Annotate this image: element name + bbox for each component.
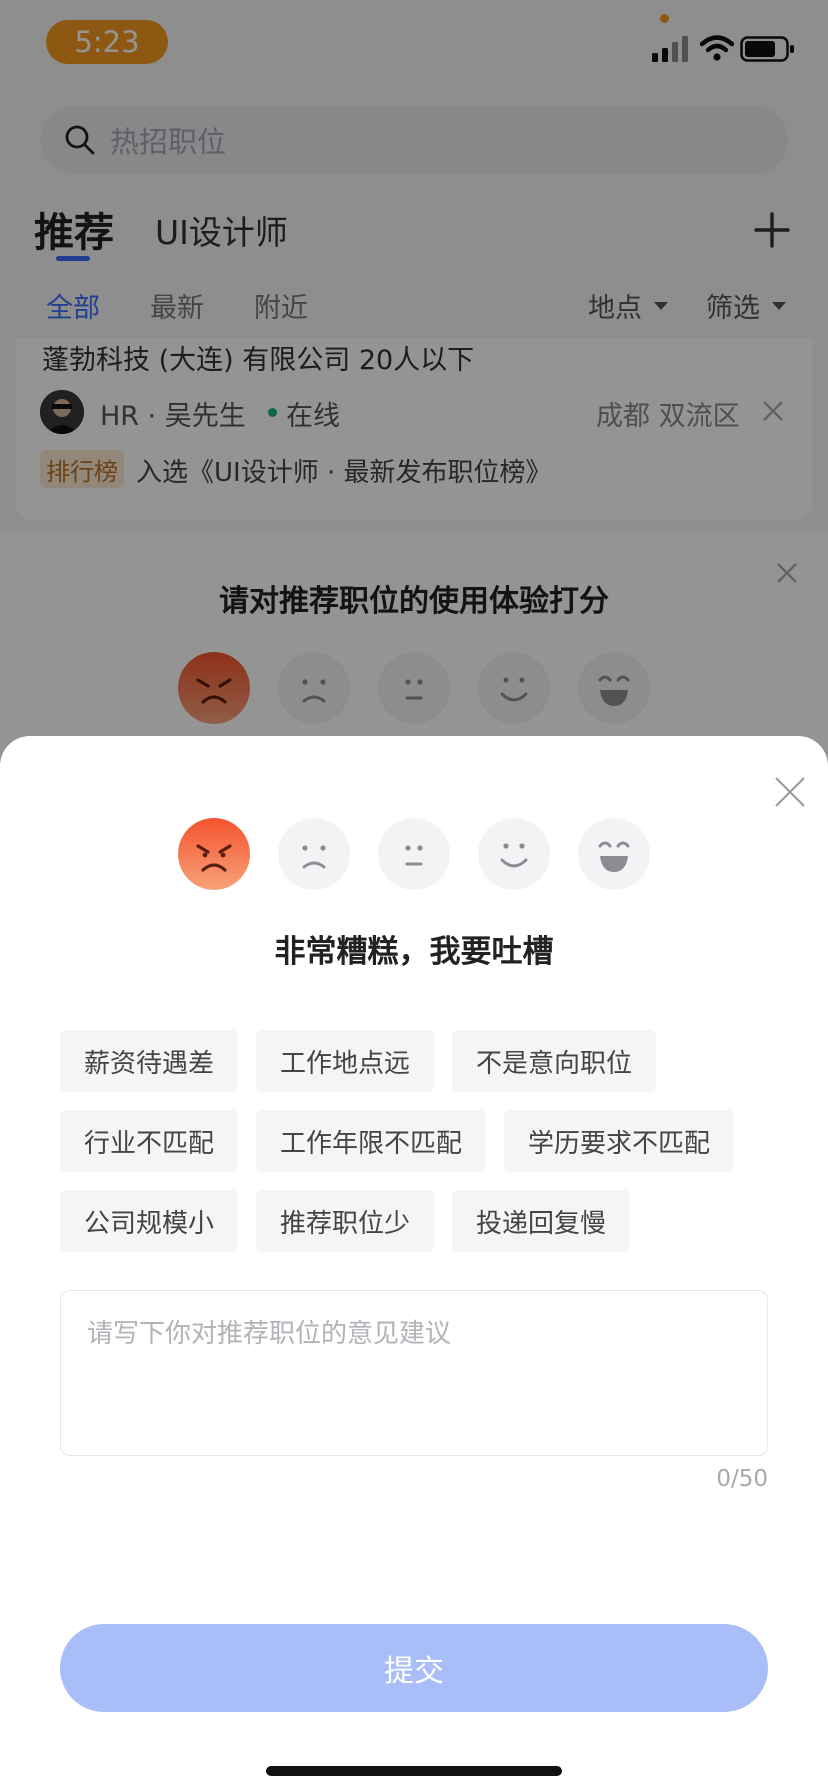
close-icon[interactable] [774,776,806,808]
rating-result-title: 非常糟糕，我要吐槽 [274,934,554,970]
tag-not-intended[interactable]: 不是意向职位 [452,1030,657,1092]
tag-education-mismatch[interactable]: 学历要求不匹配 [504,1110,735,1172]
laugh-face-icon[interactable] [578,818,650,890]
sad-face-icon[interactable] [278,818,350,890]
rating-faces [178,818,650,890]
home-indicator [266,1766,562,1776]
tag-few-jobs[interactable]: 推荐职位少 [256,1190,435,1252]
tag-location-far[interactable]: 工作地点远 [256,1030,435,1092]
tag-experience-mismatch[interactable]: 工作年限不匹配 [256,1110,487,1172]
tag-slow-reply[interactable]: 投递回复慢 [452,1190,631,1252]
tag-industry-mismatch[interactable]: 行业不匹配 [60,1110,239,1172]
tag-company-small[interactable]: 公司规模小 [60,1190,239,1252]
angry-face-icon[interactable] [178,818,250,890]
submit-button[interactable]: 提交 [60,1624,768,1712]
feedback-input[interactable] [60,1290,768,1456]
smile-face-icon[interactable] [478,818,550,890]
tag-salary[interactable]: 薪资待遇差 [60,1030,239,1092]
char-counter: 0/50 [716,1466,768,1492]
feedback-sheet: 非常糟糕，我要吐槽 薪资待遇差 工作地点远 不是意向职位 行业不匹配 工作年限不… [0,736,828,1792]
neutral-face-icon[interactable] [378,818,450,890]
